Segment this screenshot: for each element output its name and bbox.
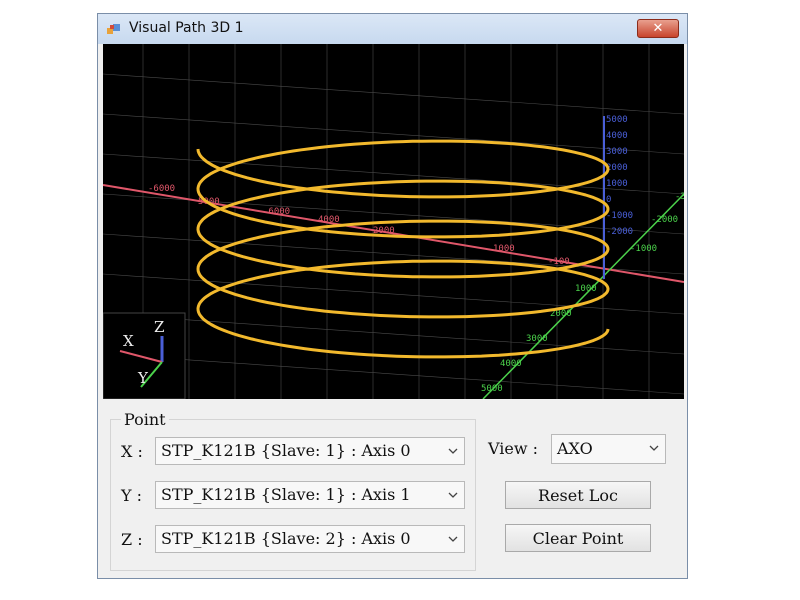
z-axis-tick: -2000 [606, 227, 633, 237]
x-axis-tick: 4000 [318, 215, 340, 225]
chevron-down-icon [649, 445, 659, 451]
z-axis-tick: 4000 [606, 131, 628, 141]
z-axis-tick: 5000 [606, 115, 628, 125]
z-axis-label: Z : [121, 530, 143, 549]
z-axis-select-value: STP_K121B {Slave: 2} : Axis 0 [161, 529, 411, 548]
y-axis-tick: 3000 [526, 334, 548, 344]
chevron-down-icon [448, 536, 458, 542]
x-axis-select-value: STP_K121B {Slave: 1} : Axis 0 [161, 441, 411, 460]
close-icon: ✕ [652, 21, 664, 36]
gizmo-x-label: X [123, 332, 134, 350]
x-axis-tick: 1000 [493, 244, 515, 254]
y-axis-tick: 5000 [481, 384, 503, 394]
z-axis-select[interactable]: STP_K121B {Slave: 2} : Axis 0 [155, 525, 465, 553]
orientation-gizmo: Z X Y [103, 312, 186, 399]
point-group-legend: Point [121, 410, 169, 429]
gizmo-z-label: Z [154, 318, 164, 336]
gizmo-y-label: Y [137, 369, 149, 387]
point-group: Point X : STP_K121B {Slave: 1} : Axis 0 … [110, 410, 476, 571]
grid-line [103, 73, 684, 115]
close-button[interactable]: ✕ [637, 19, 679, 38]
y-axis-select[interactable]: STP_K121B {Slave: 1} : Axis 1 [155, 481, 465, 509]
x-axis-tick: -100 [548, 257, 570, 267]
view-label: View : [488, 439, 539, 458]
reset-loc-button[interactable]: Reset Loc [505, 481, 651, 509]
z-axis-tick: -1000 [606, 211, 633, 221]
title-bar[interactable]: Visual Path 3D 1 ✕ [98, 14, 687, 44]
grid-line [103, 113, 684, 155]
clear-point-button[interactable]: Clear Point [505, 524, 651, 552]
y-axis-tick: -3 [675, 192, 684, 202]
y-axis-tick: -1000 [630, 244, 657, 254]
view-select[interactable]: AXO [551, 434, 666, 464]
view-select-value: AXO [557, 439, 593, 458]
control-panel: Point X : STP_K121B {Slave: 1} : Axis 0 … [98, 399, 687, 579]
y-axis-tick: 4000 [500, 359, 522, 369]
chevron-down-icon [448, 492, 458, 498]
y-axis-tick: -2000 [651, 215, 678, 225]
grid-line [103, 353, 684, 395]
y-axis-tick: 1000 [575, 284, 597, 294]
x-axis-select[interactable]: STP_K121B {Slave: 1} : Axis 0 [155, 437, 465, 465]
app-icon [107, 24, 120, 34]
visual-path-window: Visual Path 3D 1 ✕ -6000 5000 -6000 4000 200… [97, 13, 688, 579]
z-axis-tick: 1000 [606, 179, 628, 189]
grid-line [103, 313, 684, 355]
x-axis-tick: -6000 [148, 184, 175, 194]
y-axis-select-value: STP_K121B {Slave: 1} : Axis 1 [161, 485, 411, 504]
chevron-down-icon [448, 448, 458, 454]
3d-viewport[interactable]: -6000 5000 -6000 4000 2000 1000 -100 -1000 -2000… [103, 44, 684, 399]
window-title: Visual Path 3D 1 [129, 20, 244, 36]
x-axis-tick: -6000 [263, 207, 290, 217]
3d-scene[interactable]: -60005000-6000400020001000-100-1000-2000… [103, 44, 684, 399]
z-axis-tick: 3000 [606, 147, 628, 157]
y-axis-label: Y : [121, 486, 143, 505]
x-axis-label: X : [121, 442, 143, 461]
